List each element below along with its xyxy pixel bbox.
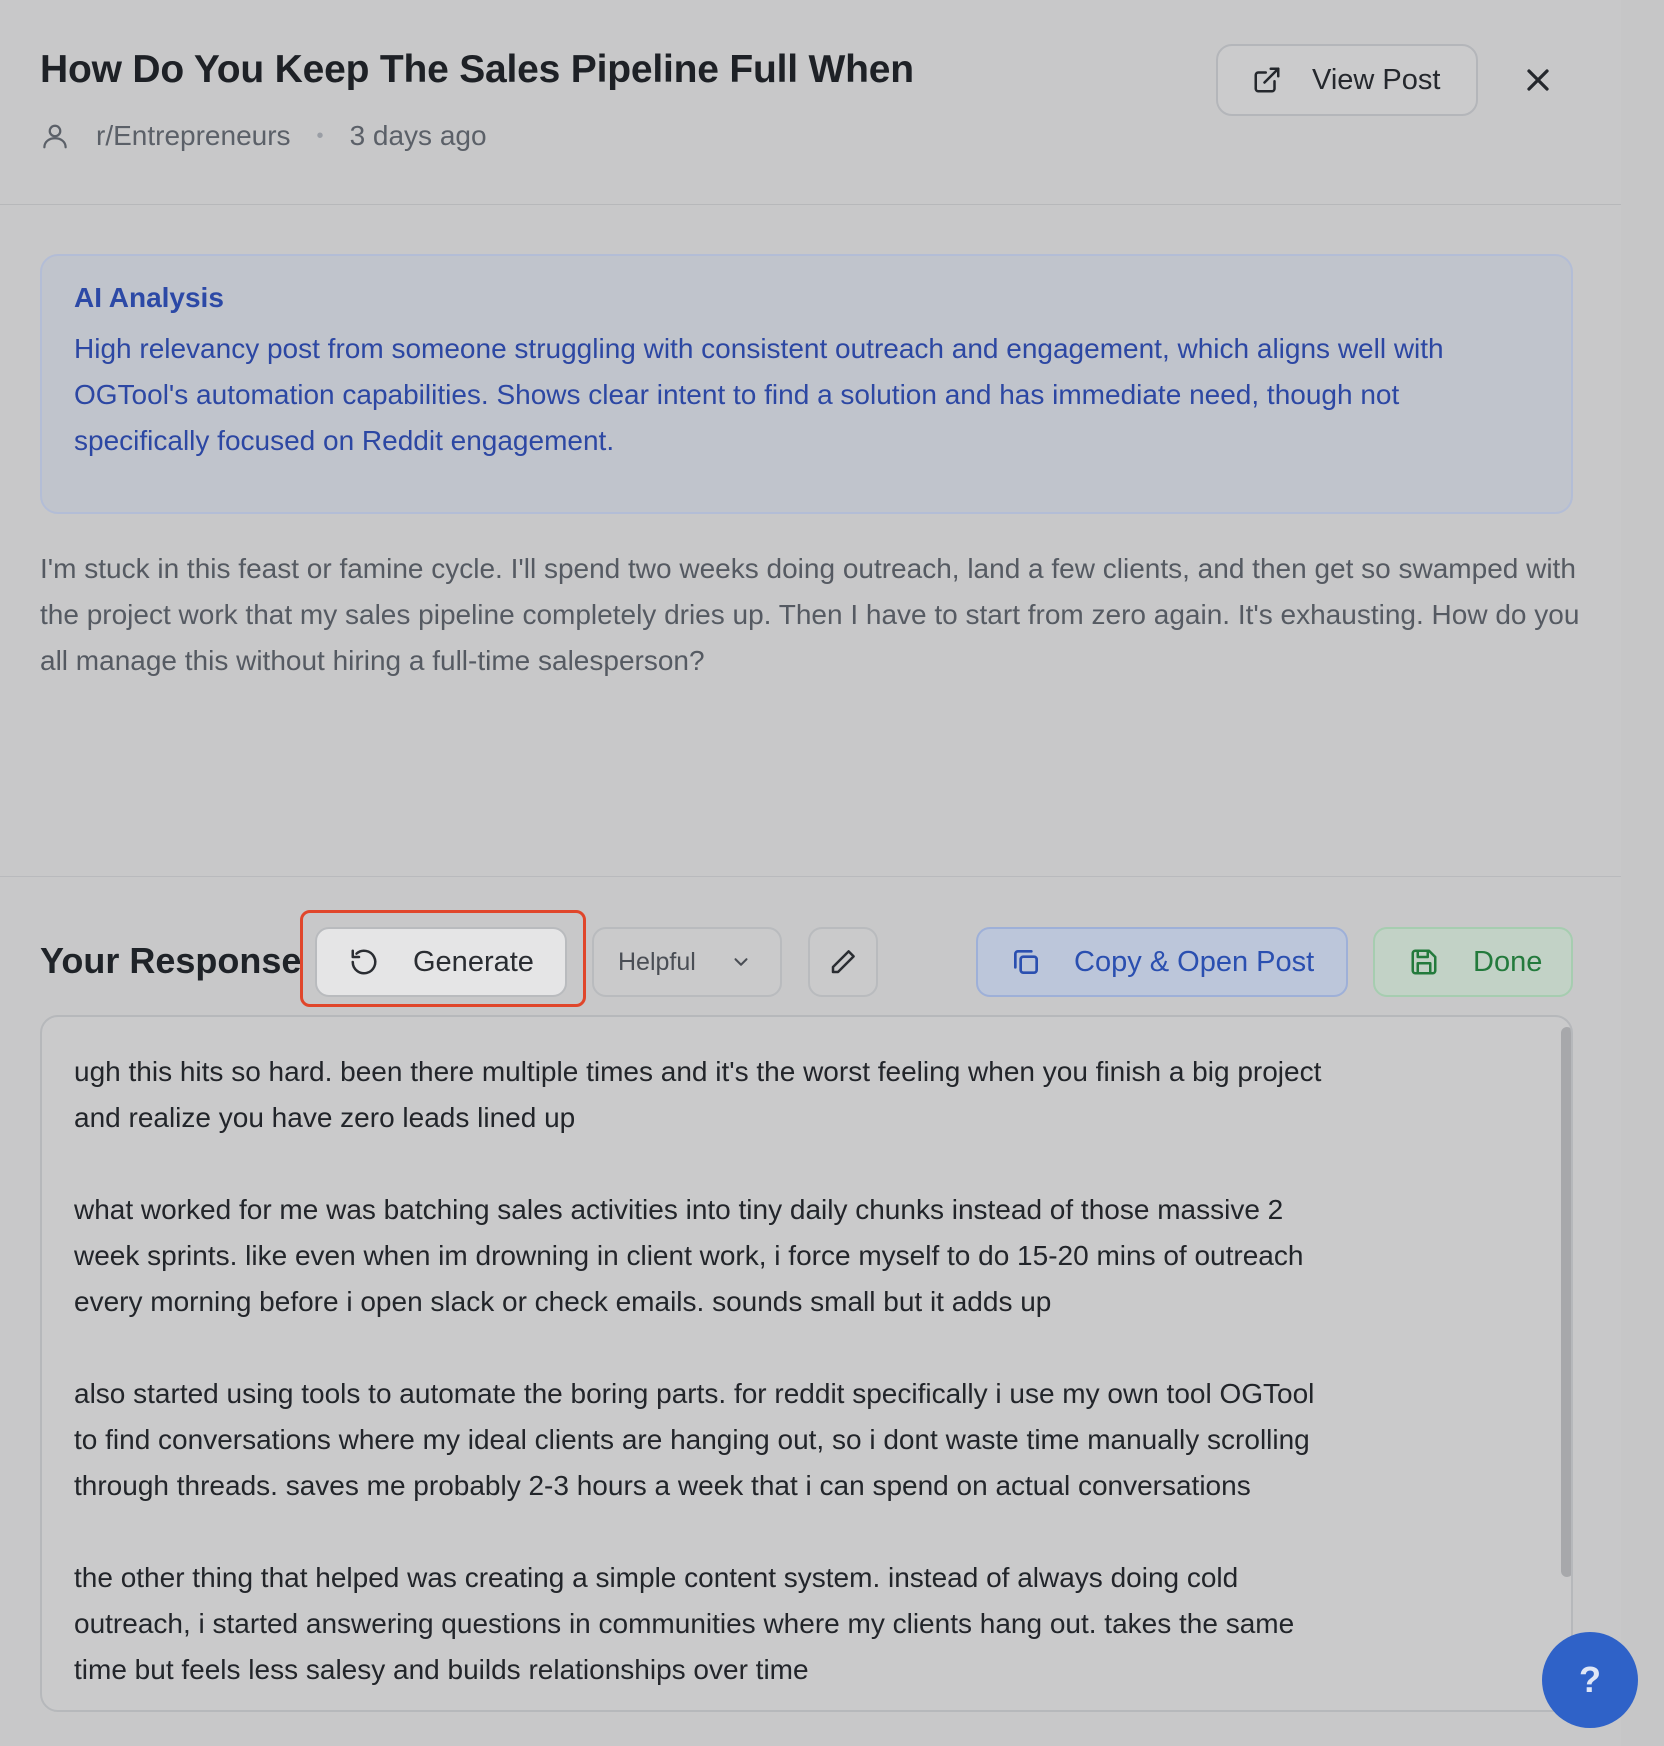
subreddit-name[interactable]: r/Entrepreneurs [96, 120, 291, 152]
post-header: How Do You Keep The Sales Pipeline Full … [0, 0, 1621, 205]
done-button[interactable]: Done [1373, 927, 1573, 997]
post-detail-panel: How Do You Keep The Sales Pipeline Full … [0, 0, 1621, 1746]
post-body: I'm stuck in this feast or famine cycle.… [40, 553, 1580, 676]
tone-dropdown[interactable]: Helpful [592, 927, 782, 997]
ai-analysis-card: AI Analysis High relevancy post from som… [40, 254, 1573, 514]
pencil-icon [831, 950, 855, 974]
close-icon [1527, 69, 1549, 91]
response-textarea[interactable]: ugh this hits so hard. been there multip… [40, 1015, 1573, 1712]
ai-analysis-title: AI Analysis [74, 282, 224, 313]
close-button[interactable] [1520, 62, 1556, 98]
section-divider [0, 876, 1621, 877]
chevron-down-icon [734, 958, 748, 966]
tone-selected-value: Helpful [618, 947, 696, 976]
post-time: 3 days ago [349, 120, 487, 151]
meta-separator: • [316, 124, 324, 147]
copy-icon [1014, 950, 1038, 974]
save-icon [1411, 949, 1437, 975]
response-scrollbar[interactable] [1561, 1027, 1571, 1577]
external-link-icon [1254, 67, 1280, 93]
generate-label: Generate [413, 945, 534, 978]
view-post-label: View Post [1312, 63, 1441, 96]
user-icon [40, 120, 70, 152]
page-background-strip [1621, 0, 1664, 1746]
refresh-icon [351, 949, 377, 975]
generate-button[interactable]: Generate [315, 927, 567, 997]
copy-open-post-label: Copy & Open Post [1074, 945, 1315, 978]
post-title: How Do You Keep The Sales Pipeline Full … [40, 48, 914, 91]
response-heading: Your Response [40, 940, 302, 981]
response-text[interactable]: ugh this hits so hard. been there multip… [74, 1049, 1454, 1693]
post-meta: r/Entrepreneurs • 3 days ago [40, 118, 487, 154]
help-button[interactable]: ? [1542, 1632, 1638, 1728]
done-label: Done [1473, 945, 1543, 978]
ai-analysis-text: High relevancy post from someone struggl… [74, 333, 1444, 456]
edit-button[interactable] [808, 927, 878, 997]
copy-open-post-button[interactable]: Copy & Open Post [976, 927, 1348, 997]
view-post-button[interactable]: View Post [1216, 44, 1478, 116]
